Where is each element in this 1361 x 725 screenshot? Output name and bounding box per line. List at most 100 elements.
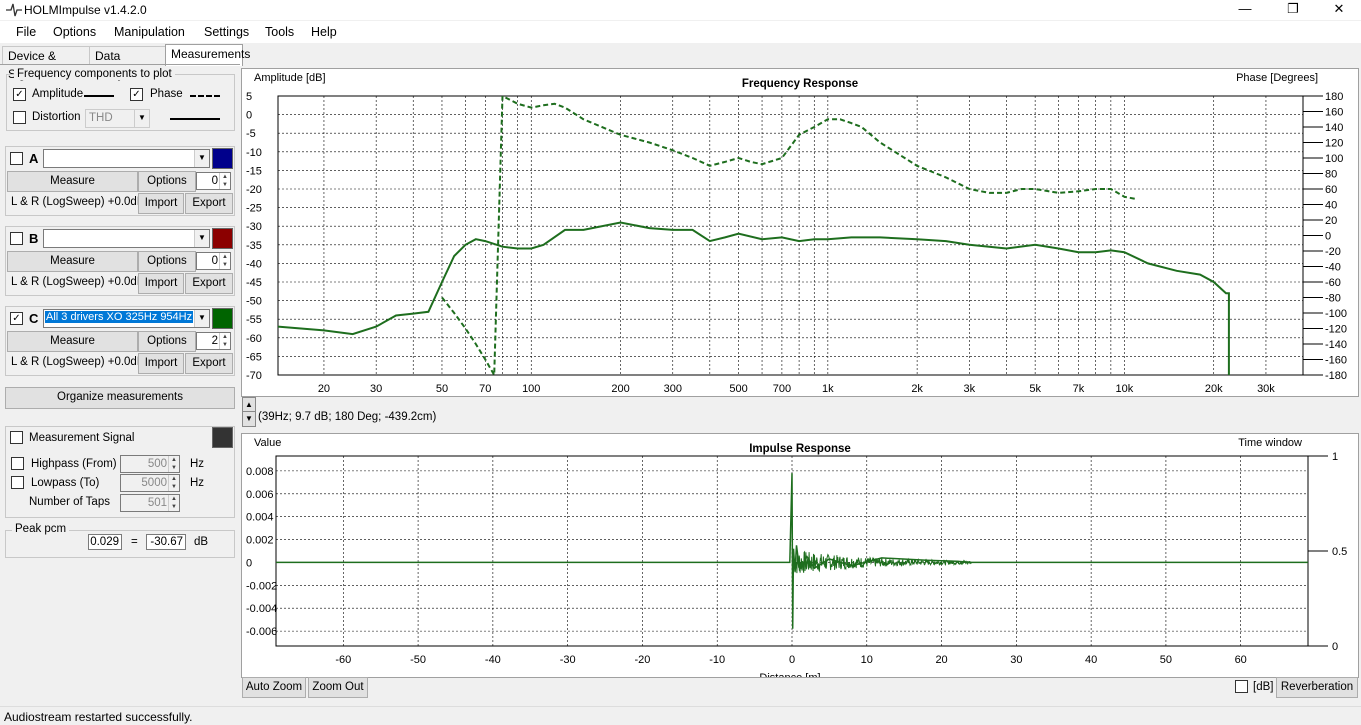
measurement-b-measure-button[interactable]: Measure [7, 251, 138, 272]
measurement-a-name-combo[interactable]: ▼ [43, 149, 210, 168]
close-button[interactable]: ✕ [1316, 0, 1361, 20]
y2-tick-label: -40 [1325, 262, 1341, 274]
y2-tick-label: -20 [1325, 246, 1341, 258]
y2-tick-label: -160 [1325, 355, 1347, 367]
x-tick-label: 3k [964, 383, 976, 395]
phase-line-sample [190, 95, 220, 97]
highpass-checkbox[interactable] [11, 457, 24, 470]
x-tick-label: 50 [1160, 654, 1172, 666]
reverberation-button[interactable]: Reverberation [1276, 677, 1358, 698]
tab-data-analysis[interactable]: Data analysis [89, 46, 166, 81]
tab-measurements[interactable]: Measurements [165, 44, 250, 66]
x-tick-label: 500 [729, 383, 747, 395]
measurement-a-spinner[interactable]: 0 ▲ ▼ [196, 172, 231, 190]
measurement-a-measure-button[interactable]: Measure [7, 171, 138, 192]
amplitude-checkbox[interactable]: ✓ [13, 88, 26, 101]
phase-checkbox[interactable]: ✓ [130, 88, 143, 101]
amplitude-line-sample [84, 95, 114, 97]
y-axis-label: Amplitude [dB] [254, 72, 326, 84]
measurement-c-import-button[interactable]: Import [138, 353, 184, 374]
y-tick-label: -60 [246, 333, 262, 345]
y2-tick-label: -120 [1325, 324, 1347, 336]
x-tick-label: 30 [370, 383, 382, 395]
tab-device-signal[interactable]: Device & Signal [2, 46, 90, 81]
y2-tick-label: -80 [1325, 293, 1341, 305]
zoom-out-button[interactable]: Zoom Out [308, 677, 368, 698]
peak-db-unit: dB [194, 536, 209, 548]
y2-tick-label: 60 [1325, 184, 1337, 196]
x-tick-label: -10 [709, 654, 725, 666]
measurement-c-name-combo[interactable]: All 3 drivers XO 325Hz 954Hz ▼ [43, 309, 210, 328]
measurement-signal-color-swatch[interactable] [212, 427, 233, 448]
y-tick-label: 0.002 [246, 535, 274, 547]
impulse-response-chart[interactable]: Impulse Response Value Time window Distance… [242, 434, 1358, 684]
measurement-c-options-button[interactable]: Options [138, 331, 196, 352]
measurement-b-color-swatch[interactable] [212, 228, 233, 249]
spinner-arrows-icon[interactable]: ▲ ▼ [168, 475, 179, 491]
expand-down-icon[interactable]: ▼ [242, 411, 256, 427]
y2-tick-label: 120 [1325, 138, 1343, 150]
y-tick-label: -20 [246, 184, 262, 196]
measurement-a-checkbox[interactable] [10, 152, 23, 165]
y-tick-label: -5 [246, 128, 256, 140]
measurement-a-export-button[interactable]: Export [185, 193, 233, 214]
auto-zoom-button[interactable]: Auto Zoom [242, 677, 306, 698]
highpass-input[interactable]: 500 ▲ ▼ [120, 455, 180, 473]
measurement-a-import-button[interactable]: Import [138, 193, 184, 214]
measurement-c-color-swatch[interactable] [212, 308, 233, 329]
lowpass-checkbox[interactable] [11, 476, 24, 489]
chevron-down-icon: ▼ [194, 310, 209, 327]
measurement-b-spinner[interactable]: 0 ▲ ▼ [196, 252, 231, 270]
y-tick-label: -55 [246, 314, 262, 326]
measurement-c-checkbox[interactable]: ✓ [10, 312, 23, 325]
spinner-arrows-icon[interactable]: ▲ ▼ [219, 333, 230, 349]
distortion-select[interactable]: THD ▼ [85, 109, 150, 128]
tab-divider [0, 64, 240, 65]
y2-tick-label: 100 [1325, 153, 1343, 165]
frequency-response-chart[interactable]: Frequency Response Amplitude [dB] Phase [D… [242, 69, 1358, 412]
phase-label: Phase [150, 88, 183, 100]
x-tick-label: 0 [789, 654, 795, 666]
menu-help[interactable]: Help [311, 25, 337, 39]
menu-manipulation[interactable]: Manipulation [114, 25, 185, 39]
menu-tools[interactable]: Tools [265, 25, 294, 39]
lowpass-input[interactable]: 5000 ▲ ▼ [120, 474, 180, 492]
y2-tick-label: 0.5 [1332, 546, 1347, 558]
measurement-c-export-button[interactable]: Export [185, 353, 233, 374]
spinner-arrows-icon[interactable]: ▲ ▼ [168, 456, 179, 472]
measurement-b-checkbox[interactable] [10, 232, 23, 245]
y-tick-label: 0 [246, 110, 252, 122]
maximize-button[interactable]: ❐ [1270, 0, 1316, 20]
y-tick-label: -0.006 [246, 626, 277, 638]
measurement-c-name: All 3 drivers XO 325Hz 954Hz [45, 311, 194, 323]
measurement-a-color-swatch[interactable] [212, 148, 233, 169]
lowpass-label: Lowpass (To) [31, 477, 100, 489]
spinner-arrows-icon[interactable]: ▲ ▼ [219, 173, 230, 189]
x-tick-label: 1k [822, 383, 834, 395]
y-tick-label: -0.004 [246, 603, 277, 615]
lowpass-value: 5000 [141, 477, 167, 489]
measurement-b-export-button[interactable]: Export [185, 273, 233, 294]
menu-options[interactable]: Options [53, 25, 96, 39]
spinner-arrows-icon[interactable]: ▲ ▼ [219, 253, 230, 269]
db-label: [dB] [1253, 681, 1274, 693]
measurement-signal-checkbox[interactable] [10, 431, 23, 444]
menu-settings[interactable]: Settings [204, 25, 249, 39]
x-tick-label: 200 [611, 383, 629, 395]
measurement-a-options-button[interactable]: Options [138, 171, 196, 192]
minimize-button[interactable]: — [1222, 0, 1268, 20]
organize-measurements-button[interactable]: Organize measurements [5, 387, 235, 409]
measurement-b-options-button[interactable]: Options [138, 251, 196, 272]
menu-file[interactable]: File [16, 25, 36, 39]
distortion-checkbox[interactable] [13, 111, 26, 124]
measurement-b-info: L & R (LogSweep) +0.0dB [11, 276, 145, 288]
measurement-c-spinner[interactable]: 2 ▲ ▼ [196, 332, 231, 350]
spinner-arrows-icon[interactable]: ▲ ▼ [168, 495, 179, 511]
db-checkbox[interactable] [1235, 680, 1248, 693]
taps-input[interactable]: 501 ▲ ▼ [120, 494, 180, 512]
measurement-c-measure-button[interactable]: Measure [7, 331, 138, 352]
measurement-c-letter: C [29, 311, 39, 326]
distortion-label: Distortion [32, 111, 81, 123]
measurement-b-import-button[interactable]: Import [138, 273, 184, 294]
measurement-b-name-combo[interactable]: ▼ [43, 229, 210, 248]
